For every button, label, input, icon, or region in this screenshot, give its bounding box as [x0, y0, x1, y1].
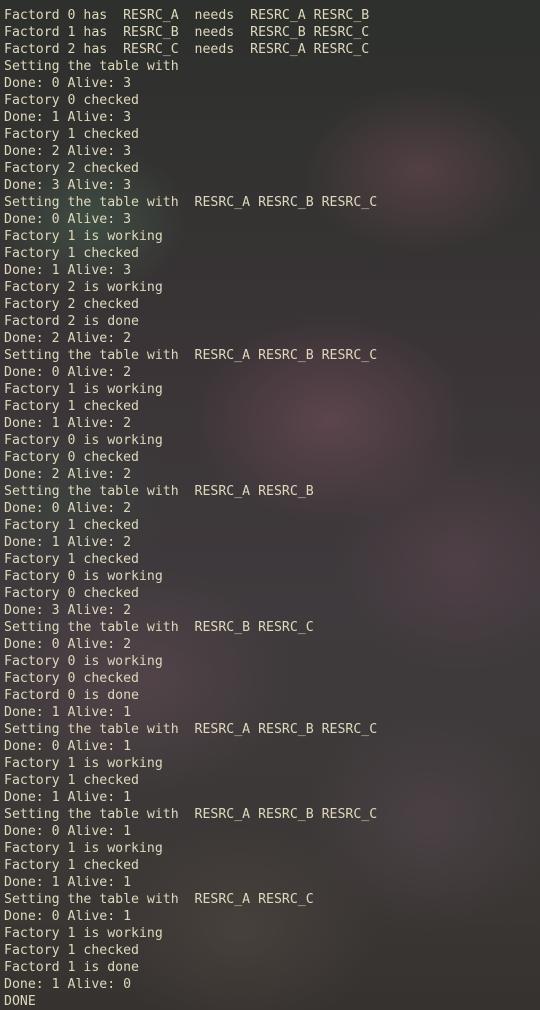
terminal-line: Factory 1 is working: [4, 841, 163, 856]
terminal-line: Factory 0 checked: [4, 671, 139, 686]
terminal-line: Factory 1 checked: [4, 246, 139, 261]
terminal-line: Done: 0 Alive: 1: [4, 739, 132, 754]
terminal-line: DONE: [4, 994, 36, 1009]
terminal-line: Factory 2 checked: [4, 297, 139, 312]
terminal-line: Setting the table with RESRC_A RESRC_B R…: [4, 195, 378, 210]
terminal-line: Done: 0 Alive: 2: [4, 365, 132, 380]
terminal-line: Factord 2 is done: [4, 314, 139, 329]
terminal-line: Factory 0 is working: [4, 654, 163, 669]
terminal-line: Setting the table with RESRC_A RESRC_B R…: [4, 722, 378, 737]
terminal-line: Factory 1 checked: [4, 943, 139, 958]
terminal-line: Factord 1 has RESRC_B needs RESRC_B RESR…: [4, 25, 370, 40]
terminal-line: Setting the table with RESRC_B RESRC_C: [4, 620, 314, 635]
terminal-line: Done: 1 Alive: 2: [4, 416, 132, 431]
terminal-line: Setting the table with RESRC_A RESRC_B R…: [4, 348, 378, 363]
terminal-line: Factory 0 is working: [4, 569, 163, 584]
terminal-line: Done: 3 Alive: 3: [4, 178, 132, 193]
terminal-line: Factory 2 checked: [4, 161, 139, 176]
terminal-line: Done: 1 Alive: 1: [4, 875, 132, 890]
terminal-line: Done: 0 Alive: 3: [4, 76, 132, 91]
terminal-line: Done: 1 Alive: 3: [4, 110, 132, 125]
terminal-line: Factory 1 checked: [4, 399, 139, 414]
terminal-line: Done: 1 Alive: 3: [4, 263, 132, 278]
terminal-line: Done: 2 Alive: 2: [4, 467, 132, 482]
terminal-line: Factory 1 checked: [4, 552, 139, 567]
terminal-line: Done: 0 Alive: 3: [4, 212, 132, 227]
terminal-line: Setting the table with: [4, 59, 179, 74]
terminal-line: Factory 1 checked: [4, 518, 139, 533]
terminal-output[interactable]: Factord 0 has RESRC_A needs RESRC_A RESR…: [4, 7, 377, 1010]
terminal-line: Factord 0 has RESRC_A needs RESRC_A RESR…: [4, 8, 370, 23]
terminal-line: Done: 0 Alive: 1: [4, 909, 132, 924]
terminal-line: Factory 1 checked: [4, 773, 139, 788]
terminal-line: Factory 1 checked: [4, 127, 139, 142]
terminal-line: Factord 2 has RESRC_C needs RESRC_A RESR…: [4, 42, 370, 57]
terminal-line: Factory 2 is working: [4, 280, 163, 295]
terminal-line: Factord 0 is done: [4, 688, 139, 703]
terminal-line: Factory 1 checked: [4, 858, 139, 873]
terminal-line: Done: 3 Alive: 2: [4, 603, 132, 618]
terminal-line: Factory 1 is working: [4, 382, 163, 397]
terminal-line: Done: 0 Alive: 2: [4, 637, 132, 652]
terminal-line: Factord 1 is done: [4, 960, 139, 975]
terminal-line: Factory 1 is working: [4, 926, 163, 941]
terminal-line: Factory 1 is working: [4, 229, 163, 244]
terminal-line: Factory 1 is working: [4, 756, 163, 771]
terminal-line: Done: 2 Alive: 3: [4, 144, 132, 159]
terminal-line: Done: 0 Alive: 2: [4, 501, 132, 516]
terminal-line: Done: 0 Alive: 1: [4, 824, 132, 839]
terminal-line: Setting the table with RESRC_A RESRC_C: [4, 892, 314, 907]
terminal-line: Factory 0 is working: [4, 433, 163, 448]
terminal-line: Setting the table with RESRC_A RESRC_B R…: [4, 807, 378, 822]
terminal-line: Done: 1 Alive: 1: [4, 705, 132, 720]
terminal-line: Setting the table with RESRC_A RESRC_B: [4, 484, 314, 499]
terminal-line: Done: 1 Alive: 2: [4, 535, 132, 550]
terminal-line: Factory 0 checked: [4, 586, 139, 601]
terminal-line: Done: 2 Alive: 2: [4, 331, 132, 346]
terminal-line: Factory 0 checked: [4, 93, 139, 108]
terminal-line: Done: 1 Alive: 0: [4, 977, 132, 992]
terminal-line: Done: 1 Alive: 1: [4, 790, 132, 805]
terminal-line: Factory 0 checked: [4, 450, 139, 465]
